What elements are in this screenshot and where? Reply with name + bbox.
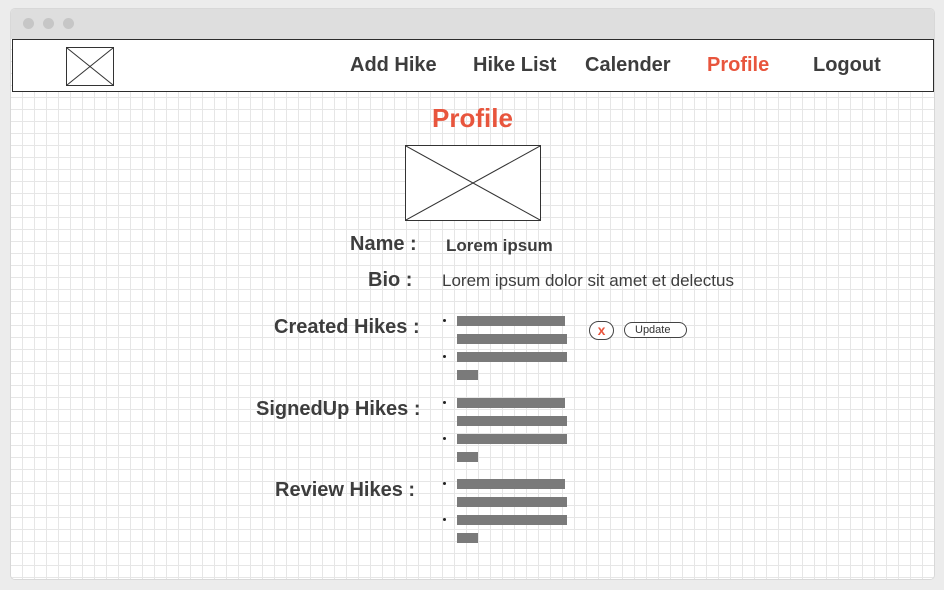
window-titlebar	[11, 9, 934, 39]
page-content: Add Hike Hike List Calender Profile Logo…	[11, 39, 934, 579]
bio-label: Bio :	[368, 269, 413, 291]
bullet-icon	[443, 401, 446, 404]
bullet-icon	[443, 482, 446, 485]
update-hike-button[interactable]: Update	[624, 322, 687, 338]
nav-profile[interactable]: Profile	[707, 54, 769, 77]
bio-value: Lorem ipsum dolor sit amet et delectus	[442, 271, 734, 290]
text-placeholder-bar	[457, 398, 565, 408]
window-maximize-dot[interactable]	[63, 18, 74, 29]
text-placeholder-bar	[457, 416, 567, 426]
text-placeholder-bar	[457, 434, 567, 444]
text-placeholder-bar	[457, 316, 565, 326]
bullet-icon	[443, 518, 446, 521]
text-placeholder-bar	[457, 515, 567, 525]
nav-logout[interactable]: Logout	[813, 54, 881, 77]
top-navbar: Add Hike Hike List Calender Profile Logo…	[12, 39, 934, 92]
name-label: Name :	[350, 233, 417, 255]
signedup-hikes-label: SignedUp Hikes :	[256, 398, 421, 420]
delete-hike-button[interactable]: x	[589, 321, 614, 340]
bullet-icon	[443, 319, 446, 322]
text-placeholder-bar	[457, 497, 567, 507]
text-placeholder-bar	[457, 533, 478, 543]
nav-add-hike[interactable]: Add Hike	[350, 54, 437, 77]
text-placeholder-bar	[457, 352, 567, 362]
window-minimize-dot[interactable]	[43, 18, 54, 29]
page-title: Profile	[432, 103, 513, 133]
logo-image-placeholder-icon[interactable]	[66, 47, 114, 86]
text-placeholder-bar	[457, 452, 478, 462]
nav-hike-list[interactable]: Hike List	[473, 54, 556, 77]
text-placeholder-bar	[457, 334, 567, 344]
text-placeholder-bar	[457, 370, 478, 380]
created-hikes-label: Created Hikes :	[274, 316, 420, 338]
profile-image-placeholder-icon	[405, 145, 541, 221]
name-value: Lorem ipsum	[446, 236, 553, 255]
text-placeholder-bar	[457, 479, 565, 489]
nav-calender[interactable]: Calender	[585, 54, 671, 77]
review-hikes-label: Review Hikes :	[275, 479, 416, 501]
window-close-dot[interactable]	[23, 18, 34, 29]
browser-window: Add Hike Hike List Calender Profile Logo…	[11, 9, 934, 579]
bullet-icon	[443, 437, 446, 440]
bullet-icon	[443, 355, 446, 358]
